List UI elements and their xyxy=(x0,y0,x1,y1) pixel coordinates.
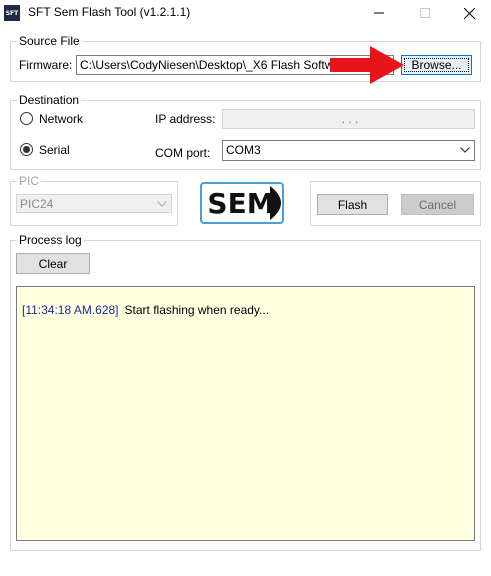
maximize-button[interactable] xyxy=(402,0,448,26)
log-timestamp: [11:34:18 AM.628] xyxy=(22,303,119,317)
minimize-icon xyxy=(374,12,384,14)
annotation-arrow-icon xyxy=(330,46,404,84)
close-button[interactable] xyxy=(446,0,491,26)
ip-address-field[interactable]: . . . xyxy=(222,109,475,129)
com-port-value: COM3 xyxy=(226,143,261,157)
browse-button[interactable]: Browse... xyxy=(401,55,472,75)
close-icon xyxy=(463,7,475,19)
ip-address-label: IP address: xyxy=(155,112,216,126)
sem-logo: SEM xyxy=(200,182,284,224)
process-log-output[interactable]: [11:34:18 AM.628] Start flashing when rea… xyxy=(16,286,475,541)
clear-button[interactable]: Clear xyxy=(16,253,90,274)
firmware-label: Firmware: xyxy=(19,58,73,72)
pic-legend: PIC xyxy=(17,174,42,188)
network-label[interactable]: Network xyxy=(39,112,83,126)
serial-radio[interactable] xyxy=(20,143,33,156)
minimize-button[interactable] xyxy=(356,0,402,26)
app-icon: SFT xyxy=(4,5,20,21)
com-port-select[interactable]: COM3 xyxy=(222,140,475,161)
title-bar: SFT SFT Sem Flash Tool (v1.2.1.1) xyxy=(0,0,491,26)
flash-button-label: Flash xyxy=(337,197,368,212)
maximize-icon xyxy=(420,8,430,18)
log-message: Start flashing when ready... xyxy=(124,303,270,317)
pic-select[interactable]: PIC24 xyxy=(16,194,172,213)
com-port-label: COM port: xyxy=(155,146,211,160)
cancel-button-label: Cancel xyxy=(418,197,457,212)
log-entry: [11:34:18 AM.628] Start flashing when rea… xyxy=(22,303,269,317)
pic-value: PIC24 xyxy=(20,197,54,211)
serial-label[interactable]: Serial xyxy=(39,143,70,157)
chevron-down-icon xyxy=(157,201,167,207)
process-log-legend: Process log xyxy=(17,233,84,247)
cancel-button[interactable]: Cancel xyxy=(401,194,474,215)
chevron-down-icon xyxy=(460,147,470,153)
browse-button-label: Browse... xyxy=(411,58,462,72)
svg-text:SEM: SEM xyxy=(207,187,274,220)
network-radio[interactable] xyxy=(20,112,33,125)
flash-button[interactable]: Flash xyxy=(317,194,388,215)
clear-button-label: Clear xyxy=(38,256,68,271)
window-title: SFT Sem Flash Tool (v1.2.1.1) xyxy=(28,5,191,19)
destination-legend: Destination xyxy=(17,93,82,107)
source-file-legend: Source File xyxy=(17,34,82,48)
